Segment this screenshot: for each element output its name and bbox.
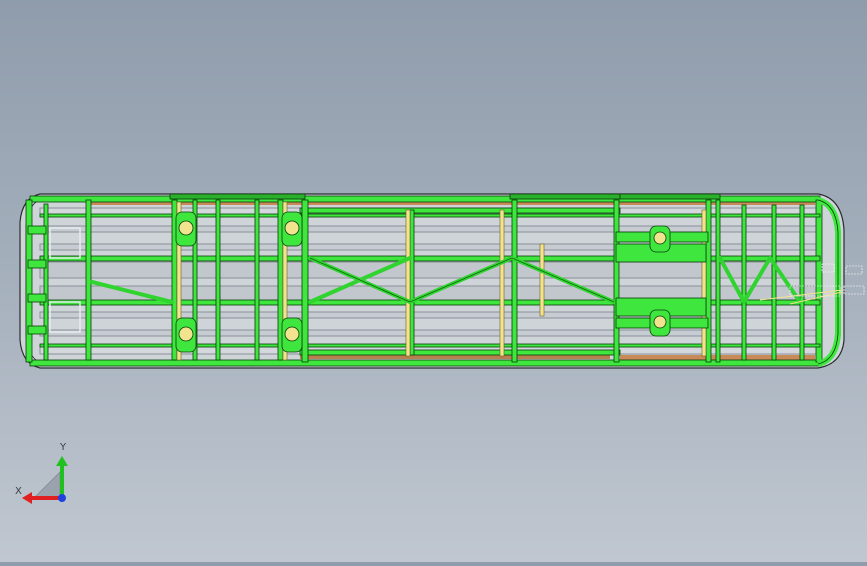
body-outline: [19, 193, 845, 369]
cad-viewport[interactable]: Y X: [0, 0, 867, 562]
view-orientation-triad[interactable]: Y X: [12, 440, 76, 510]
wheel-hub-icon[interactable]: [175, 317, 197, 353]
z-axis-dot: [58, 494, 66, 502]
y-axis-label: Y: [60, 442, 67, 453]
floor-strip-mid: [300, 355, 610, 359]
triad-plane-icon: [33, 471, 61, 499]
wheel-hub-icon[interactable]: [175, 211, 197, 247]
wheel-hub-icon[interactable]: [281, 317, 303, 353]
wheel-hub-icon[interactable]: [649, 225, 671, 253]
x-arrowhead-icon: [22, 492, 32, 504]
wheel-hub-icon[interactable]: [281, 211, 303, 247]
y-arrowhead-icon: [56, 456, 68, 466]
x-axis-label: X: [15, 486, 22, 497]
model-canvas[interactable]: [0, 0, 867, 562]
wheel-hub-icon[interactable]: [649, 309, 671, 337]
